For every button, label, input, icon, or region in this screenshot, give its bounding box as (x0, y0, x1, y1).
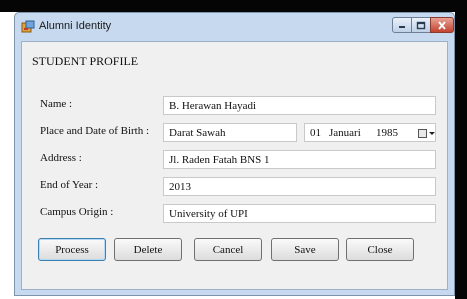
maximize-icon (416, 21, 426, 29)
alumni-identity-window: Alumni Identity STUDENT PROFILE Name : B… (14, 12, 455, 296)
address-label: Address : (40, 152, 82, 164)
minimize-button[interactable] (392, 17, 412, 33)
end-year-label: End of Year : (40, 179, 99, 191)
title-bar[interactable]: Alumni Identity (15, 13, 454, 41)
birth-day: 01 (310, 127, 321, 139)
maximize-button[interactable] (411, 17, 431, 33)
birth-date-picker[interactable]: 01 Januari 1985 (304, 123, 436, 142)
end-year-field[interactable]: 2013 (163, 177, 436, 196)
window-title: Alumni Identity (39, 20, 112, 32)
save-button[interactable]: Save (271, 238, 339, 261)
close-icon (438, 20, 446, 30)
section-title: STUDENT PROFILE (32, 54, 139, 68)
campus-field[interactable]: University of UPI (163, 204, 436, 223)
name-field[interactable]: B. Herawan Hayadi (163, 96, 436, 115)
address-field[interactable]: Jl. Raden Fatah BNS 1 (163, 150, 436, 169)
minimize-icon (399, 26, 405, 28)
screen-border-right (455, 0, 467, 299)
campus-label: Campus Origin : (40, 206, 114, 218)
calendar-dropdown-button[interactable] (418, 127, 435, 139)
close-window-button[interactable] (430, 17, 454, 33)
birth-month: Januari (329, 127, 361, 139)
cancel-button[interactable]: Cancel (194, 238, 262, 261)
calendar-icon (418, 128, 427, 138)
name-label: Name : (40, 98, 73, 110)
process-button[interactable]: Process (38, 238, 106, 261)
form-client-area: STUDENT PROFILE Name : B. Herawan Hayadi… (21, 41, 448, 290)
birth-label: Place and Date of Birth : (40, 125, 150, 137)
app-form-icon (21, 20, 35, 34)
close-button[interactable]: Close (346, 238, 414, 261)
delete-button[interactable]: Delete (114, 238, 182, 261)
birth-year: 1985 (376, 127, 398, 139)
screen-border-top (0, 0, 467, 12)
chevron-down-icon (429, 131, 435, 135)
screen-margin-left (0, 12, 14, 299)
birth-place-field[interactable]: Darat Sawah (163, 123, 297, 142)
